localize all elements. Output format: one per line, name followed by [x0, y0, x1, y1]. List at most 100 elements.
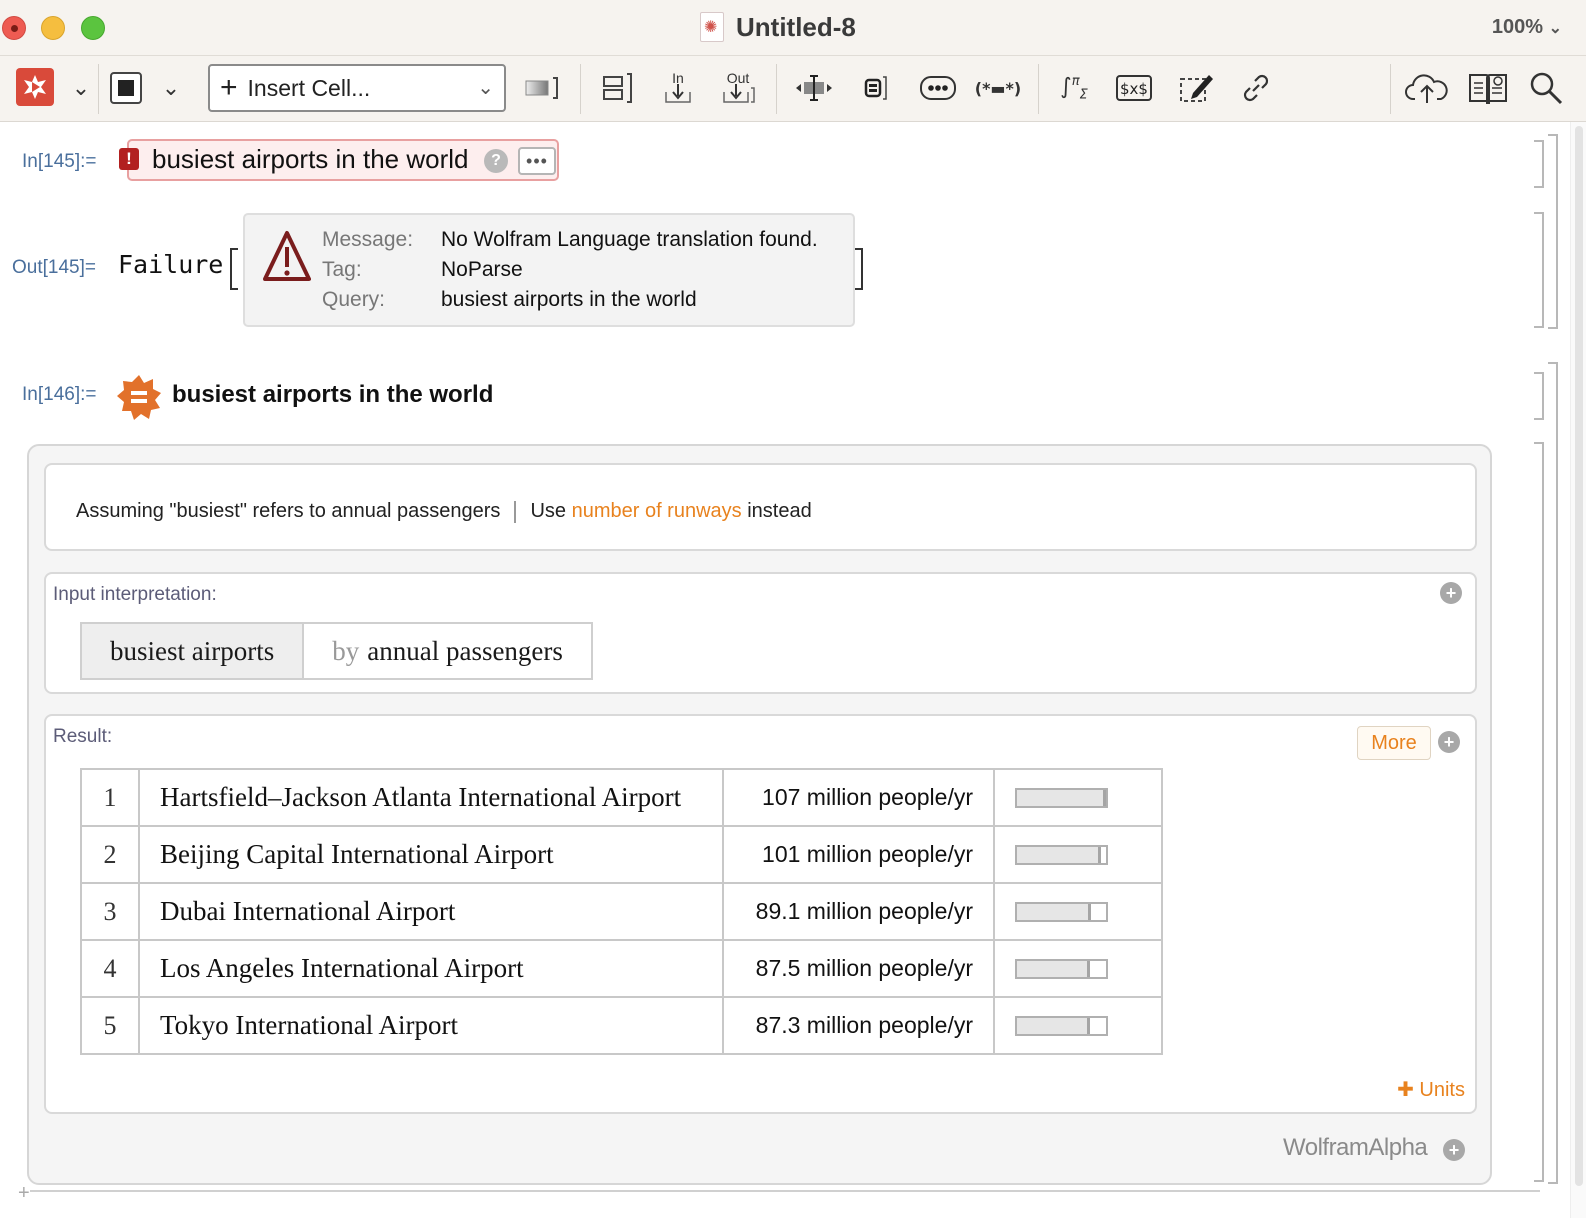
failure-panel: Message: No Wolfram Language translation… — [243, 213, 855, 327]
interpretation-grid: busiest airports by annual passengers — [80, 622, 593, 680]
passenger-bar — [1015, 844, 1108, 865]
zoom-menu[interactable]: 100% ⌄ — [1492, 16, 1562, 39]
by-word: by — [332, 635, 360, 666]
input-label-146: In[146]:= — [22, 384, 97, 405]
insert-cell-plus-icon[interactable]: + — [18, 1182, 30, 1205]
notebook-document-icon — [700, 12, 724, 42]
notebook-gallery-icon[interactable] — [1466, 68, 1510, 108]
units-toggle[interactable]: ✚ Units — [1397, 1077, 1465, 1102]
passenger-bar — [1015, 958, 1108, 979]
cell-bracket-out145[interactable] — [1534, 212, 1544, 328]
zoom-level: 100% — [1491, 16, 1544, 38]
tex-inline-icon[interactable]: $x$ — [1114, 68, 1154, 108]
interpretation-qualifier: by annual passengers — [304, 624, 591, 678]
cell-group-bracket[interactable] — [1548, 134, 1558, 329]
more-options-button[interactable]: ••• — [518, 147, 556, 175]
evaluate-menu-chevron-icon[interactable]: ⌄ — [68, 68, 94, 108]
minimize-window-button[interactable] — [41, 16, 65, 40]
passenger-value-cell: 87.3 million people/yr — [722, 996, 995, 1055]
result-pod: Result: More + 1 Hartsfield–Jackson Atlan… — [44, 714, 1477, 1114]
abort-menu-chevron-icon[interactable]: ⌄ — [158, 68, 184, 108]
cell-bracket-in146[interactable] — [1534, 372, 1544, 420]
evaluate-wolfram-icon[interactable] — [16, 68, 54, 106]
passenger-bar-fill — [1017, 903, 1092, 920]
assumption-pod: Assuming "busiest" refers to annual pass… — [44, 463, 1477, 551]
error-icon[interactable]: ! — [119, 148, 139, 170]
table-row: 5 Tokyo International Airport 87.3 million… — [80, 996, 1163, 1055]
drawing-tools-icon[interactable] — [1176, 68, 1216, 108]
svg-text:$x$: $x$ — [1120, 80, 1148, 98]
failure-head: Failure — [118, 250, 224, 279]
table-row: 4 Los Angeles International Airport 87.5 m… — [80, 939, 1163, 998]
bar-cell — [993, 768, 1163, 827]
airport-ranking-table: 1 Hartsfield–Jackson Atlanta Internationa… — [80, 768, 1163, 1055]
table-row: 1 Hartsfield–Jackson Atlanta Internationa… — [80, 768, 1163, 827]
airport-name-cell: Hartsfield–Jackson Atlanta International… — [138, 768, 724, 827]
cell-bracket-in145[interactable] — [1534, 140, 1544, 188]
wolfram-alpha-result-panel: Assuming "busiest" refers to annual pass… — [27, 444, 1492, 1185]
rank-cell: 3 — [80, 882, 140, 941]
wolfram-alpha-brand: WolframAlpha — [1283, 1134, 1428, 1161]
more-button[interactable]: More — [1357, 726, 1431, 760]
alternative-assumption-link[interactable]: number of runways — [572, 500, 742, 522]
passenger-value-cell: 107 million people/yr — [722, 768, 995, 827]
cell-group-icon[interactable] — [600, 68, 636, 108]
cloud-upload-icon[interactable] — [1404, 68, 1450, 108]
assumption-line: Assuming "busiest" refers to annual pass… — [76, 500, 812, 523]
cell-group-bracket[interactable] — [1548, 362, 1558, 1184]
passenger-bar-fill — [1017, 960, 1090, 977]
bar-cell — [993, 996, 1163, 1055]
input-interpretation-pod: Input interpretation: + busiest airports… — [44, 572, 1477, 694]
passenger-value-cell: 89.1 million people/yr — [722, 882, 995, 941]
help-icon[interactable]: ? — [484, 149, 508, 173]
bar-cell — [993, 939, 1163, 998]
assumption-text: Assuming "busiest" refers to annual pass… — [76, 500, 501, 522]
insert-output-icon[interactable]: Out — [720, 68, 756, 108]
toolbar-divider — [580, 64, 581, 114]
cell-style-icon[interactable] — [522, 68, 562, 108]
cell-bracket-icon[interactable] — [858, 68, 892, 108]
expand-pod-icon[interactable]: + — [1438, 731, 1460, 753]
airport-name-cell: Dubai International Airport — [138, 882, 724, 941]
cell-bracket-out146[interactable] — [1534, 442, 1544, 1182]
chevron-down-icon: ⌄ — [477, 77, 494, 99]
close-window-button[interactable] — [2, 16, 26, 40]
bar-cell — [993, 825, 1163, 884]
search-icon[interactable] — [1526, 68, 1566, 108]
input-label-145: In[145]:= — [22, 151, 97, 172]
vertical-scrollbar[interactable] — [1570, 122, 1586, 1218]
zoom-window-button[interactable] — [81, 16, 105, 40]
title-bar: Untitled-8 100% ⌄ — [0, 0, 1586, 56]
insert-input-icon[interactable]: In — [660, 68, 696, 108]
message-value: No Wolfram Language translation found. — [441, 228, 818, 251]
query-key: Query: — [322, 288, 386, 311]
abort-evaluation-button[interactable] — [110, 72, 142, 104]
link-icon[interactable] — [1236, 68, 1276, 108]
rank-cell: 5 — [80, 996, 140, 1055]
query-text-146[interactable]: busiest airports in the world — [172, 381, 493, 409]
expand-result-icon[interactable]: + — [1443, 1139, 1465, 1161]
rank-cell: 4 — [80, 939, 140, 998]
left-bracket — [230, 248, 238, 290]
query-value: busiest airports in the world — [441, 288, 697, 311]
passenger-value-cell: 101 million people/yr — [722, 825, 995, 884]
more-options-icon[interactable] — [918, 68, 958, 108]
wolfram-alpha-query-icon[interactable] — [116, 374, 162, 420]
table-row: 2 Beijing Capital International Airport 10… — [80, 825, 1163, 884]
passenger-bar — [1015, 901, 1108, 922]
math-typesetting-icon[interactable]: ∫πΣ — [1056, 68, 1092, 108]
expand-pod-icon[interactable]: + — [1440, 582, 1462, 604]
new-cell-insertion-line[interactable] — [30, 1190, 1540, 1192]
message-key: Message: — [322, 228, 414, 251]
query-text-145[interactable]: busiest airports in the world — [152, 144, 468, 175]
cursor-position-icon[interactable] — [794, 68, 834, 108]
airport-name-cell: Los Angeles International Airport — [138, 939, 724, 998]
in-label: In — [672, 70, 684, 86]
comment-icon[interactable]: (*▬*) — [974, 68, 1022, 108]
passenger-bar-fill — [1017, 846, 1102, 863]
assumption-suffix: instead — [747, 500, 812, 522]
insert-cell-label: Insert Cell... — [247, 74, 371, 101]
tag-value: NoParse — [441, 258, 523, 281]
scrollbar-thumb[interactable] — [1575, 126, 1583, 1186]
insert-cell-dropdown[interactable]: + Insert Cell... ⌄ — [208, 64, 506, 112]
